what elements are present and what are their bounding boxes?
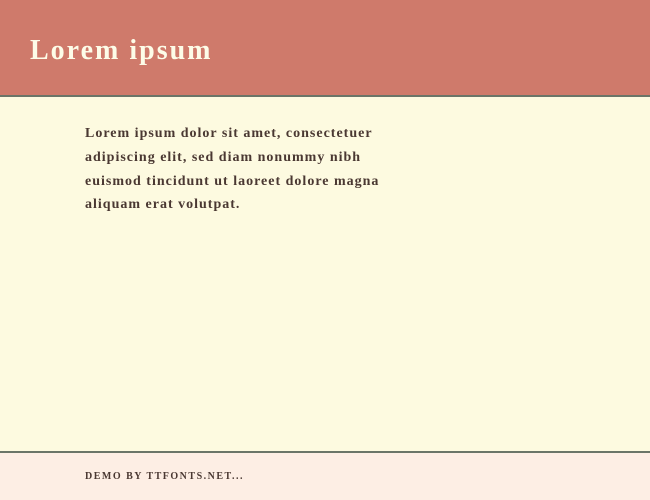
body-paragraph: Lorem ipsum dolor sit amet, consectetuer… — [85, 122, 405, 217]
content-section: Lorem ipsum dolor sit amet, consectetuer… — [0, 97, 650, 453]
page-title: Lorem ipsum — [30, 35, 620, 67]
header-section: Lorem ipsum — [0, 0, 650, 97]
footer-credit: DEMO BY TTFONTS.NET... — [85, 471, 620, 482]
footer-section: DEMO BY TTFONTS.NET... — [0, 453, 650, 500]
